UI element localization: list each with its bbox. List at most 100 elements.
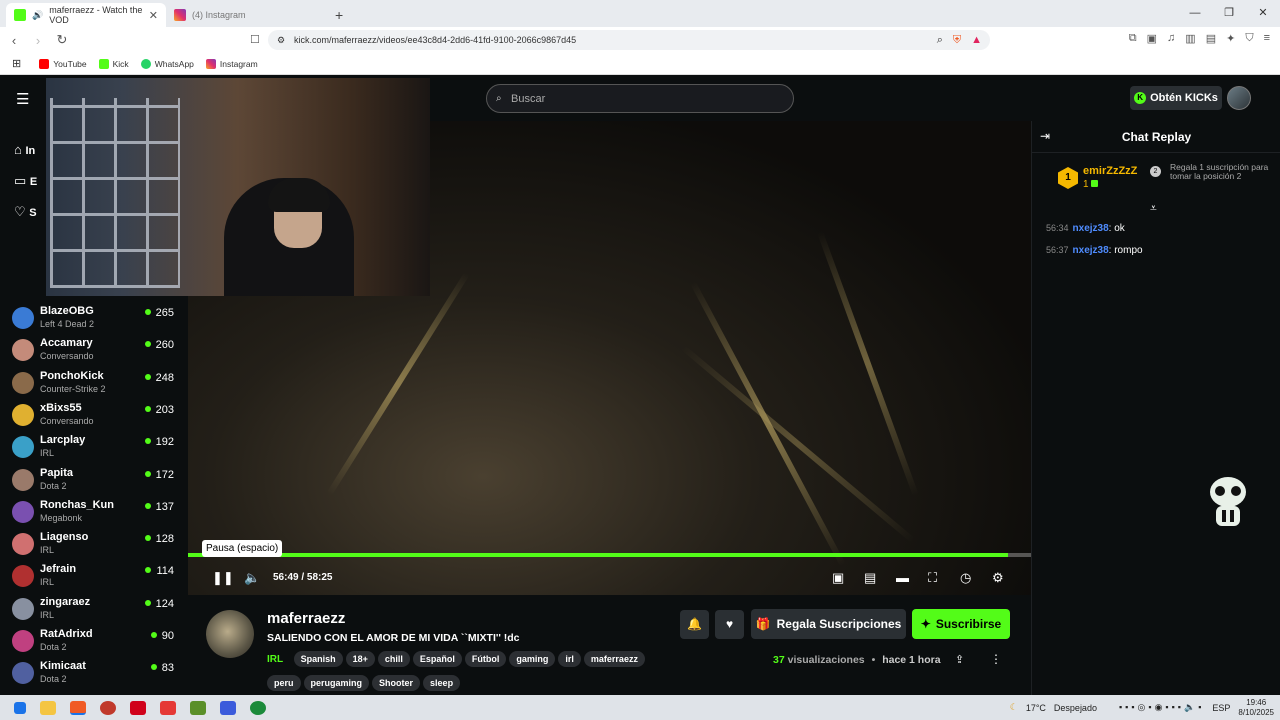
stream-tag[interactable]: Español	[412, 651, 462, 667]
more-options-icon[interactable]: ⋮	[990, 652, 1002, 666]
clock[interactable]: 19:46 8/10/2025	[1238, 698, 1274, 718]
get-kicks-button[interactable]: K Obtén KICKs	[1130, 86, 1222, 110]
channel-avatar	[12, 597, 34, 620]
clip-icon[interactable]: ▤	[864, 570, 876, 586]
sidebar-channel[interactable]: BlazeOBG Left 4 Dead 2 265	[12, 305, 180, 337]
stream-tag[interactable]: Shooter	[372, 675, 421, 691]
stream-tag[interactable]: chill	[377, 651, 410, 667]
tab-kick[interactable]: 🔊 maferraezz - Watch the VOD ✕	[6, 3, 166, 27]
fullscreen-icon[interactable]: ⛶	[928, 570, 937, 586]
sidebar-channel[interactable]: Larcplay IRL 192	[12, 434, 180, 466]
sidebar-channel[interactable]: Jefrain IRL 114	[12, 563, 180, 595]
user-avatar[interactable]	[1227, 86, 1251, 110]
new-tab-button[interactable]: +	[335, 3, 343, 27]
home-icon[interactable]: ⌂ In	[14, 135, 37, 166]
tab-instagram[interactable]: (4) Instagram	[166, 3, 331, 27]
brave-rewards-icon[interactable]: ▲	[971, 34, 982, 47]
forward-icon[interactable]: ›	[28, 33, 48, 48]
subscribe-button[interactable]: ✦ Suscribirse	[912, 609, 1010, 639]
bookmark-youtube[interactable]: YouTube	[39, 58, 87, 69]
minecraft-icon[interactable]	[190, 700, 206, 715]
reader-icon[interactable]: ▣	[1147, 32, 1157, 45]
media-icon[interactable]: ♫	[1167, 32, 1175, 45]
apps-icon[interactable]: ⊞	[12, 57, 21, 70]
instagram-icon	[205, 58, 216, 69]
menu-icon[interactable]: ≡	[1264, 32, 1270, 45]
theater-mode-icon[interactable]: ▬	[896, 570, 909, 585]
stream-tag[interactable]: gaming	[509, 651, 556, 667]
restore-button[interactable]: ❐	[1212, 0, 1246, 27]
app-icon[interactable]	[130, 700, 146, 715]
zoom-icon[interactable]: ⌕	[937, 34, 943, 47]
seek-bar[interactable]	[188, 553, 1031, 557]
streamer-name[interactable]: maferraezz	[267, 610, 345, 627]
volume-icon[interactable]: 🔈	[244, 570, 260, 586]
sidebar-channel[interactable]: xBixs55 Conversando 203	[12, 402, 180, 434]
sidebar-toggle-icon[interactable]: ▥	[1185, 32, 1195, 45]
gift-subs-button[interactable]: 🎁 Regala Suscripciones	[751, 609, 906, 639]
language-indicator[interactable]: ESP	[1212, 703, 1230, 713]
system-tray: ☾ 17°C Despejado ▪▪▪◎▪◉▪▪▪🔈▪ ESP 19:46 8…	[1010, 695, 1274, 720]
settings-gear-icon[interactable]: ⚙	[992, 570, 1004, 586]
stream-tag[interactable]: peru	[267, 675, 301, 691]
sidebar-channel[interactable]: Ronchas_Kun Megabonk 137	[12, 499, 180, 531]
browse-icon[interactable]: ▭ E	[14, 166, 37, 197]
bookmark-icon[interactable]: ☐	[250, 33, 260, 46]
file-explorer-icon[interactable]	[40, 700, 56, 715]
stream-tag[interactable]: sleep	[423, 675, 461, 691]
windows-start-icon[interactable]	[14, 701, 26, 714]
obs-icon[interactable]	[100, 700, 116, 715]
following-icon[interactable]: ♡ S	[14, 197, 37, 228]
channel-name: PonchoKick	[40, 369, 104, 382]
close-window-button[interactable]: ✕	[1246, 0, 1280, 27]
roblox-icon[interactable]	[220, 700, 236, 715]
bookmark-instagram[interactable]: Instagram	[205, 58, 258, 69]
minimize-button[interactable]: —	[1178, 0, 1212, 27]
stream-tag[interactable]: perugaming	[303, 675, 370, 691]
extensions-icon[interactable]: ⧉	[1129, 32, 1137, 45]
hamburger-menu-icon[interactable]: ☰	[16, 90, 29, 108]
sidebar-channel[interactable]: zingaraez IRL 124	[12, 596, 180, 628]
search-input[interactable]: ⌕ Buscar	[486, 84, 794, 113]
miniplayer-icon[interactable]: ▣	[832, 570, 844, 586]
category-link[interactable]: IRL	[267, 654, 283, 665]
sidebar-channel[interactable]: Accamary Conversando 260	[12, 337, 180, 369]
sidebar-channel[interactable]: Kimicaat Dota 2 83	[12, 660, 180, 692]
streamer-avatar[interactable]	[206, 610, 254, 658]
follow-heart-icon[interactable]: ♥	[715, 610, 744, 639]
sidebar-channel[interactable]: Liagenso IRL 128	[12, 531, 180, 563]
share-icon[interactable]: ⇪	[955, 653, 964, 666]
url-field[interactable]: ⚙ kick.com/maferraezz/videos/ee43c8d4-2d…	[268, 30, 990, 50]
kick-mascot-icon	[1210, 477, 1246, 526]
back-icon[interactable]: ‹	[4, 33, 24, 48]
gifter-name[interactable]: emirZzZzZ	[1083, 165, 1137, 177]
wallet-icon[interactable]: ▤	[1206, 32, 1216, 45]
chat-username[interactable]: nxejz38	[1073, 223, 1109, 234]
site-info-icon[interactable]: ⚙	[277, 35, 285, 46]
stream-tag[interactable]: Spanish	[293, 651, 343, 667]
tray-icons[interactable]: ▪▪▪◎▪◉▪▪▪🔈▪	[1119, 702, 1204, 713]
bookmark-whatsapp[interactable]: WhatsApp	[140, 58, 194, 69]
vpn-icon[interactable]: ⛉	[1245, 32, 1253, 45]
expand-leaderboard-icon[interactable]: ⩡	[1150, 201, 1157, 216]
stream-tag[interactable]: maferraezz	[583, 651, 645, 667]
reload-icon[interactable]: ↻	[52, 32, 72, 48]
sidebar-channel[interactable]: PonchoKick Counter-Strike 2 248	[12, 370, 180, 402]
close-tab-icon[interactable]: ✕	[149, 9, 158, 22]
leo-icon[interactable]: ✦	[1226, 32, 1235, 45]
stream-tag[interactable]: 18+	[345, 651, 375, 667]
pause-icon[interactable]: ❚❚	[212, 570, 234, 586]
app-icon[interactable]	[250, 700, 266, 715]
brave-browser-icon[interactable]	[70, 700, 86, 715]
stream-tag[interactable]: Fútbol	[464, 651, 507, 667]
sidebar-channel[interactable]: Papita Dota 2 172	[12, 467, 180, 499]
chat-username[interactable]: nxejz38	[1073, 245, 1109, 256]
stream-tag[interactable]: irl	[558, 651, 581, 667]
bookmark-kick[interactable]: Kick	[98, 58, 129, 69]
sidebar-channel[interactable]: RatAdrixd Dota 2 90	[12, 628, 180, 660]
video-frame	[817, 231, 919, 497]
brave-shield-icon[interactable]: ⛨	[953, 34, 961, 47]
notification-bell-icon[interactable]: 🔔	[680, 610, 709, 639]
playback-speed-icon[interactable]: ◷	[960, 570, 971, 586]
anydesk-icon[interactable]	[160, 700, 176, 715]
